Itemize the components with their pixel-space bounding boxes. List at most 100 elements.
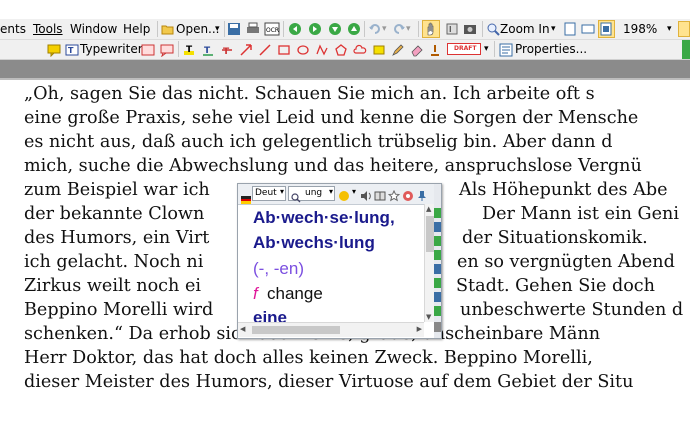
toolbar-separator [418, 21, 419, 37]
snapshot-icon[interactable] [463, 22, 477, 36]
menu-item-window[interactable]: Window [70, 22, 117, 36]
open-button[interactable]: Open... [176, 22, 220, 36]
language-dropdown-arrow-icon: ▾ [279, 187, 284, 196]
menu-item-tools[interactable]: Tools [33, 22, 63, 36]
scroll-left-arrow-icon[interactable]: ◀ [240, 325, 245, 333]
menu-item-help[interactable]: Help [123, 22, 150, 36]
toolbar-separator [224, 21, 225, 37]
toolbar-overflow-button[interactable] [678, 21, 690, 37]
line-icon[interactable] [258, 42, 272, 56]
last-page-icon[interactable] [347, 22, 361, 36]
underline-text-icon[interactable]: T [201, 42, 215, 56]
properties-button[interactable]: Properties... [515, 42, 587, 56]
zoom-dropdown-arrow-icon[interactable]: ▾ [551, 24, 556, 34]
save-icon[interactable] [227, 22, 241, 36]
polygon-icon[interactable] [334, 42, 348, 56]
menu-item-edit-partial[interactable]: ents [0, 22, 26, 36]
typewriter-icon[interactable]: T [65, 42, 79, 56]
speaker-icon[interactable] [360, 187, 372, 201]
pin-icon[interactable] [416, 187, 428, 201]
oval-icon[interactable] [296, 42, 310, 56]
scroll-right-arrow-icon[interactable]: ▶ [417, 325, 422, 333]
panel-separator-bar [0, 60, 690, 78]
svg-text:T: T [68, 46, 74, 55]
popup-side-toolbar [434, 184, 441, 338]
text-line: Herr Doktor, das hat doch alles keinen Z… [24, 348, 593, 368]
part-of-speech: f [253, 284, 258, 303]
scroll-up-arrow-icon[interactable]: ▲ [426, 205, 431, 213]
horizontal-scrollbar-thumb[interactable] [252, 326, 340, 334]
toolbar-separator [494, 41, 495, 57]
side-tool-icon[interactable] [434, 222, 441, 232]
eraser-icon[interactable] [410, 42, 424, 57]
undo-icon[interactable] [368, 22, 382, 36]
print-icon[interactable] [246, 22, 260, 36]
zoom-level-dropdown-icon[interactable]: ▾ [667, 24, 672, 34]
favorite-star-icon[interactable] [387, 187, 401, 202]
arrow-icon[interactable] [239, 42, 253, 56]
scrollbar-thumb[interactable] [426, 216, 434, 252]
fit-page-icon[interactable] [563, 22, 577, 36]
svg-text:OCR: OCR [266, 27, 279, 34]
select-text-icon[interactable]: I [445, 22, 459, 36]
fit-width-icon[interactable] [581, 22, 595, 36]
search-input[interactable]: ung [305, 188, 322, 198]
typewriter-button[interactable]: Typewriter [80, 42, 143, 56]
dictionary-popup[interactable]: Deut ▾ ung ▾ ▾ Ab·wech·se·lung, Ab·wechs… [237, 183, 442, 339]
first-page-icon[interactable] [328, 22, 342, 36]
stamp-dropdown-icon[interactable] [428, 42, 442, 56]
ocr-icon[interactable]: OCR [264, 22, 280, 36]
language-select[interactable]: Deut ▾ [252, 186, 286, 201]
toolbar-separator [157, 21, 158, 37]
toolbar-separator [482, 21, 483, 37]
toolbar-green-edge [682, 40, 690, 59]
properties-icon[interactable] [499, 42, 513, 57]
redo-dropdown-icon[interactable]: ▾ [406, 24, 411, 34]
side-tool-icon[interactable] [434, 292, 441, 302]
search-box[interactable]: ung ▾ [288, 186, 335, 203]
settings-icon[interactable] [402, 187, 414, 201]
annotation-toolbar: T Typewriter T T T DRAFT ▾ Properties... [0, 40, 690, 60]
side-tool-icon[interactable] [434, 264, 441, 274]
hand-tool-button[interactable] [422, 20, 440, 38]
text-line-right: Als Höhepunkt des Abe [459, 180, 668, 200]
polyline-icon[interactable] [315, 42, 329, 56]
undo-dropdown-icon[interactable]: ▾ [382, 24, 387, 34]
toolbar-separator [283, 21, 284, 37]
side-tool-icon[interactable] [434, 250, 441, 260]
horizontal-scrollbar[interactable]: ◀ ▶ [238, 322, 424, 337]
side-tool-icon[interactable] [434, 278, 441, 288]
actual-size-button[interactable] [598, 20, 615, 38]
open-dropdown-arrow-icon[interactable]: ▾ [215, 24, 220, 34]
grammar-info: (-, -en) [253, 259, 304, 278]
side-tool-icon[interactable] [434, 322, 441, 332]
search-dropdown-arrow-icon: ▾ [328, 187, 333, 196]
back-icon[interactable] [288, 22, 302, 36]
zoom-in-icon[interactable] [486, 22, 500, 36]
stamp-dropdown-arrow-icon[interactable]: ▾ [484, 44, 489, 54]
draft-stamp-label: DRAFT [454, 45, 477, 52]
draft-stamp[interactable]: DRAFT [447, 43, 481, 55]
area-highlight-icon[interactable] [372, 42, 386, 56]
forward-icon[interactable] [308, 22, 322, 36]
highlight-text-icon[interactable]: T [182, 42, 196, 56]
zoom-level-field[interactable]: 198% [623, 22, 657, 36]
go-icon[interactable] [338, 187, 350, 201]
cloud-icon[interactable] [353, 42, 367, 56]
textbox-icon[interactable] [141, 42, 155, 56]
scroll-down-arrow-icon[interactable]: ▼ [426, 313, 431, 321]
open-folder-icon[interactable] [161, 22, 175, 36]
side-tool-icon[interactable] [434, 236, 441, 246]
callout-icon[interactable] [160, 42, 174, 58]
rectangle-icon[interactable] [277, 42, 291, 56]
text-line: der bekannte Clown [24, 204, 205, 224]
strikeout-text-icon[interactable]: T [220, 42, 234, 57]
pencil-icon[interactable] [391, 42, 405, 56]
redo-icon[interactable] [392, 22, 406, 36]
side-tool-icon[interactable] [434, 306, 441, 316]
book-icon[interactable] [374, 187, 386, 201]
comment-icon[interactable] [47, 42, 61, 58]
history-dropdown-icon[interactable]: ▾ [352, 187, 356, 196]
zoom-in-button[interactable]: Zoom In [500, 22, 550, 36]
side-tool-icon[interactable] [434, 208, 441, 218]
